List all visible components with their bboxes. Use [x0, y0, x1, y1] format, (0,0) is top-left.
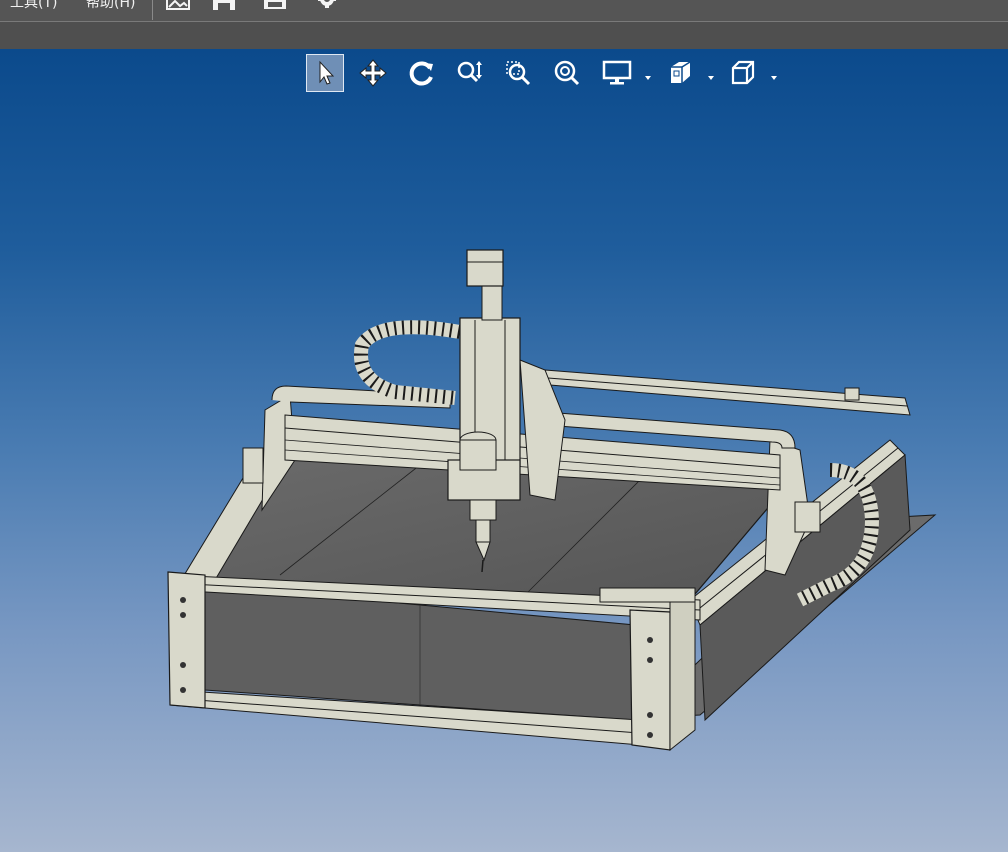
right-stepper-motor — [794, 501, 821, 533]
3d-viewport[interactable] — [0, 49, 1008, 852]
router-bit — [481, 559, 484, 573]
print-icon[interactable] — [262, 0, 288, 12]
cnc-machine-model — [167, 249, 937, 752]
menu-separator — [152, 0, 153, 20]
z-stepper-motor — [466, 249, 504, 287]
gear-icon[interactable] — [316, 0, 342, 12]
menu-help[interactable]: 帮助(H) — [86, 0, 135, 11]
spindle — [469, 499, 497, 521]
front-left-end-plate — [167, 571, 206, 709]
ribbon-bar — [0, 22, 1008, 49]
menubar: 工具(T) 帮助(H) — [0, 0, 1008, 22]
cable-chain-left — [354, 320, 462, 405]
save-icon[interactable] — [212, 0, 238, 12]
front-right-end-plate — [629, 609, 671, 751]
image-icon[interactable] — [166, 0, 192, 12]
left-stepper-motor — [242, 447, 264, 484]
menu-tools[interactable]: 工具(T) — [10, 0, 57, 11]
